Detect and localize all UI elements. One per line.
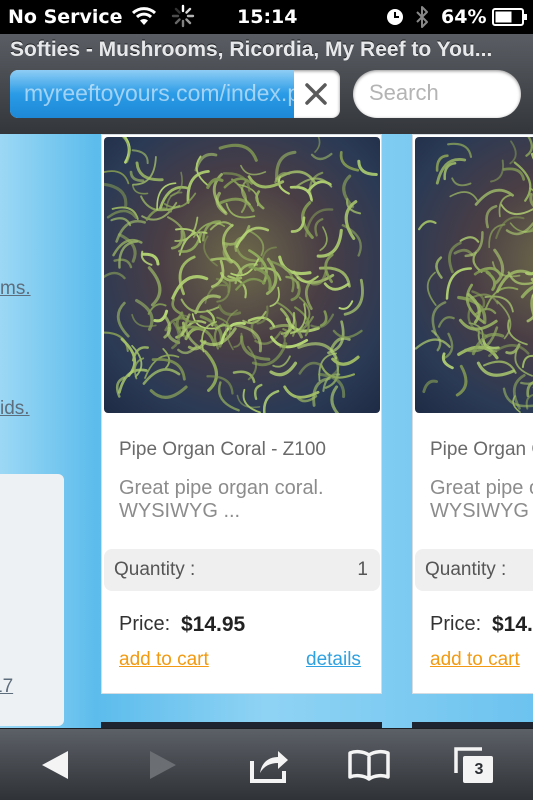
battery-level-fill [495, 11, 512, 23]
search-input[interactable] [369, 78, 509, 108]
add-to-cart-link[interactable]: add to cart [119, 649, 209, 671]
battery-percentage: 64% [441, 6, 487, 28]
add-to-cart-link[interactable]: add to cart [430, 649, 520, 671]
bluetooth-icon [416, 6, 428, 28]
product-image[interactable] [415, 137, 533, 413]
alarm-clock-icon [387, 9, 403, 25]
sidebar-panel: 17 [0, 474, 64, 726]
quantity-label: Quantity : [425, 559, 507, 580]
price-value: $14.95 [181, 613, 246, 636]
product-description: Great pipe organ coral. WYSIWYG ... [119, 477, 324, 522]
price-label: Price: [119, 613, 171, 635]
tab-count: 3 [474, 761, 484, 778]
page-title: Softies - Mushrooms, Ricordia, My Reef t… [10, 38, 493, 61]
product-image[interactable] [104, 137, 380, 413]
web-page-content[interactable]: ms. ids. 17 Pipe Organ Coral - Z100 Grea… [0, 134, 533, 728]
price-label: Price: [430, 613, 482, 635]
wifi-icon [131, 7, 157, 25]
quantity-row: Quantity : [415, 549, 533, 591]
details-link[interactable]: details [306, 649, 361, 671]
truncated-link[interactable]: ms. [0, 278, 31, 300]
tabs-button[interactable]: 3 [452, 743, 498, 787]
product-title[interactable]: Pipe Organ Coral - Z100 [119, 439, 326, 461]
coral-photo [104, 137, 378, 413]
truncated-link[interactable]: ids. [0, 398, 30, 420]
product-title[interactable]: Pipe Organ Coral - Z100 [430, 439, 533, 461]
loading-spinner-icon [171, 4, 195, 28]
search-field[interactable] [353, 70, 521, 118]
clear-url-icon[interactable] [298, 76, 334, 112]
quantity-row: Quantity : 1 [104, 549, 380, 591]
price-value: $14.95 [492, 613, 533, 636]
carrier-label: No Service [8, 6, 123, 28]
address-bar[interactable]: myreeftoyours.com/index.php [10, 70, 340, 118]
quantity-value[interactable]: 1 [357, 559, 368, 581]
bookmarks-icon[interactable] [346, 743, 392, 787]
share-icon[interactable] [246, 743, 292, 787]
product-card: Pipe Organ Coral - Z100 Great pipe organ… [412, 134, 533, 694]
browser-header: Softies - Mushrooms, Ricordia, My Reef t… [0, 34, 533, 134]
forward-arrow-icon[interactable] [138, 743, 184, 787]
clock-time: 15:14 [237, 6, 298, 28]
quantity-label: Quantity : [114, 559, 196, 580]
product-description: Great pipe organ coral. WYSIWYG ... [430, 477, 533, 522]
coral-photo [415, 137, 533, 413]
truncated-link[interactable]: 17 [0, 676, 13, 698]
status-bar: No Service 15:14 64% [0, 0, 533, 34]
product-card: Pipe Organ Coral - Z100 Great pipe organ… [101, 134, 382, 694]
back-arrow-icon[interactable] [34, 743, 80, 787]
browser-toolbar: 3 [0, 728, 533, 800]
battery-icon [492, 8, 527, 26]
url-text: myreeftoyours.com/index.php [24, 80, 294, 106]
